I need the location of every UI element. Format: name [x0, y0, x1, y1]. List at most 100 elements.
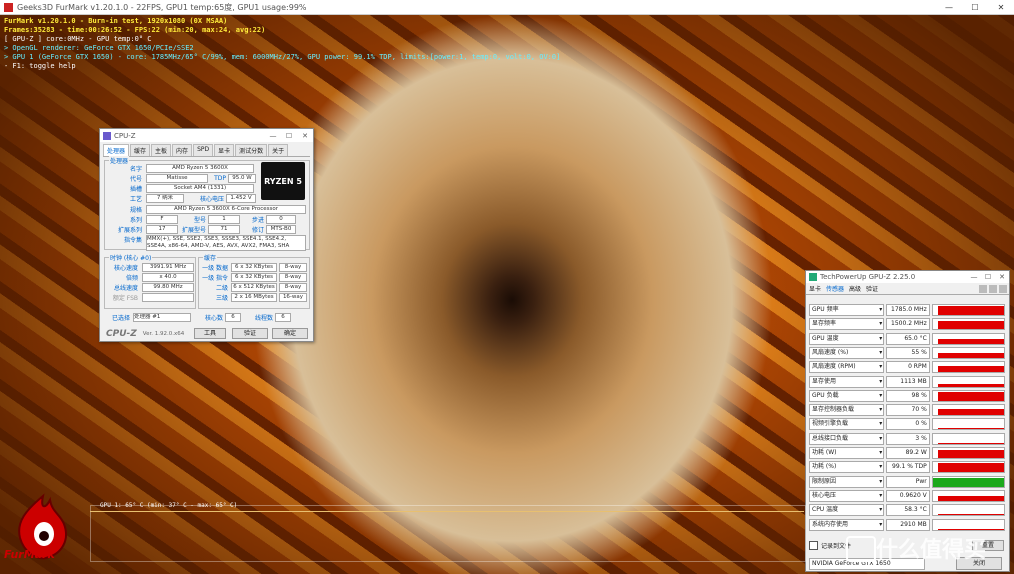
tab-spd[interactable]: SPD — [193, 144, 214, 156]
processor-select[interactable]: 处理器 #1 — [133, 313, 191, 322]
window-title: Geeks3D FurMark v1.20.1.0 - 22FPS, GPU1 … — [17, 2, 307, 12]
group-title: 缓存 — [203, 253, 218, 262]
cpuz-titlebar[interactable]: CPU-Z — ☐ ✕ — [100, 129, 313, 142]
ext-family-label: 扩展系列 — [117, 227, 142, 234]
sensor-graph — [931, 475, 1005, 488]
close-icon[interactable]: ✕ — [297, 132, 313, 140]
l1i-value: 6 x 32 KBytes — [231, 273, 277, 282]
cpuz-window: CPU-Z — ☐ ✕ 处理器 缓存 主板 内存 SPD 显卡 测试分数 关于 处理… — [99, 128, 314, 342]
sensor-graph — [931, 346, 1005, 359]
sensor-name-select[interactable]: 总线接口负载 — [809, 432, 885, 445]
sensor-value: 58.3 °C — [886, 504, 930, 517]
sensor-row: 视频引擎负载0 % — [809, 418, 1005, 431]
tab-graphics-card[interactable]: 显卡 — [809, 284, 821, 293]
sensor-name-select[interactable]: 功耗 (%) — [809, 461, 885, 474]
tools-button[interactable]: 工具 — [194, 328, 226, 339]
osd-line: > OpenGL renderer: GeForce GTX 1650/PCIe… — [4, 44, 194, 52]
cores-value: 6 — [225, 313, 241, 322]
validate-button[interactable]: 验证 — [232, 328, 268, 339]
sensor-graph — [931, 375, 1005, 388]
tab-sensors[interactable]: 传感器 — [826, 284, 844, 293]
stepping-value: 0 — [266, 215, 296, 224]
sensor-name-select[interactable]: CPU 温度 — [809, 504, 885, 517]
sensor-row: 核心电压0.9620 V — [809, 489, 1005, 502]
cpuz-logo: CPU-Z — [106, 329, 137, 339]
tab-bench[interactable]: 测试分数 — [235, 144, 268, 156]
tab-processor[interactable]: 处理器 — [103, 144, 130, 156]
multiplier-label: 倍频 — [125, 275, 138, 282]
sensor-name-select[interactable]: 限制原因 — [809, 475, 885, 488]
furmark-osd: FurMark v1.20.1.0 - Burn-in test, 1920x1… — [4, 17, 560, 71]
core-speed-label: 核心速度 — [113, 265, 138, 272]
l1d-value: 6 x 32 KBytes — [231, 263, 277, 272]
sensor-graph-fill — [938, 306, 1004, 315]
cores-label: 核心数 — [204, 315, 223, 322]
sensor-name-select[interactable]: 显存使用 — [809, 375, 885, 388]
sensor-name-select[interactable]: 风扇速度 (%) — [809, 346, 885, 359]
maximize-icon[interactable]: ☐ — [962, 3, 988, 12]
furmark-logo-text: FurMark — [4, 548, 55, 561]
close-icon[interactable]: ✕ — [995, 273, 1009, 281]
sensor-graph — [931, 461, 1005, 474]
tab-validation[interactable]: 验证 — [866, 284, 878, 293]
core-speed-value: 3991.91 MHz — [142, 263, 194, 272]
minimize-icon[interactable]: — — [265, 132, 281, 140]
tdp-value: 95.0 W — [228, 174, 256, 183]
maximize-icon[interactable]: ☐ — [281, 132, 297, 140]
sensor-row: 显存控制器负载70 % — [809, 404, 1005, 417]
sensor-graph — [931, 318, 1005, 331]
sensor-value: 89.2 W — [886, 447, 930, 459]
tab-graphics[interactable]: 显卡 — [214, 144, 235, 156]
tab-about[interactable]: 关于 — [268, 144, 289, 156]
voltage-label: 核心电压 — [199, 196, 224, 203]
refresh-icon[interactable] — [989, 284, 997, 293]
sensor-name-select[interactable]: 显存控制器负载 — [809, 404, 885, 417]
revision-label: 修订 — [251, 227, 264, 234]
gpuz-titlebar[interactable]: TechPowerUp GPU-Z 2.25.0 — ☐ ✕ — [806, 271, 1009, 283]
cpuz-tabs: 处理器 缓存 主板 内存 SPD 显卡 测试分数 关于 — [103, 144, 310, 157]
cpuz-title: CPU-Z — [114, 131, 136, 140]
tech-label: 工艺 — [129, 196, 142, 203]
sensor-name-select[interactable]: 显存频率 — [809, 318, 885, 331]
sensor-row: GPU 温度65.0 °C — [809, 332, 1005, 345]
maximize-icon[interactable]: ☐ — [981, 273, 995, 281]
screenshot-icon[interactable] — [979, 284, 987, 293]
tab-memory[interactable]: 内存 — [172, 144, 193, 156]
tab-advanced[interactable]: 高级 — [849, 284, 861, 293]
group-title: 时钟 (核心 #0) — [109, 253, 153, 262]
sensor-name-select[interactable]: 系统内存使用 — [809, 518, 885, 531]
sensor-graph — [931, 332, 1005, 345]
tab-cache[interactable]: 缓存 — [130, 144, 151, 156]
sensor-name-select[interactable]: 核心电压 — [809, 489, 885, 502]
cpuz-app-icon — [103, 131, 111, 140]
instr-value: MMX(+), SSE, SSE2, SSE3, SSSE3, SSE4.1, … — [146, 235, 306, 251]
sensor-graph-fill — [938, 383, 1004, 387]
menu-icon[interactable] — [999, 284, 1007, 293]
osd-line: > GPU 1 (GeForce GTX 1650) - core: 1785M… — [4, 53, 561, 61]
minimize-icon[interactable]: — — [936, 3, 962, 12]
close-icon[interactable]: ✕ — [988, 3, 1014, 12]
osd-line: FurMark v1.20.1.0 - Burn-in test, 1920x1… — [4, 17, 228, 25]
sensor-name-select[interactable]: 功耗 (W) — [809, 447, 885, 459]
tab-mainboard[interactable]: 主板 — [151, 144, 172, 156]
sensor-name-select[interactable]: 风扇速度 (RPM) — [809, 361, 885, 374]
log-checkbox[interactable] — [809, 541, 818, 550]
sensor-name-select[interactable]: GPU 频率 — [809, 304, 885, 316]
sensor-name-select[interactable]: GPU 温度 — [809, 332, 885, 345]
minimize-icon[interactable]: — — [967, 273, 981, 281]
sensor-graph-fill — [938, 321, 1004, 330]
sensor-graph-fill — [938, 450, 1004, 458]
sensor-graph-fill — [938, 338, 1004, 344]
ok-button[interactable]: 确定 — [272, 328, 308, 339]
sensor-name-select[interactable]: 视频引擎负载 — [809, 418, 885, 431]
l2-value: 6 x 512 KBytes — [231, 283, 277, 292]
tech-value: 7 纳米 — [146, 194, 184, 203]
fsb-label: 额定 FSB — [112, 295, 138, 302]
sensor-value: 1500.2 MHz — [886, 318, 930, 331]
sensor-name-select[interactable]: GPU 负载 — [809, 389, 885, 402]
sensor-row: 显存频率1500.2 MHz — [809, 318, 1005, 331]
sensor-graph — [931, 489, 1005, 502]
ext-model-value: 71 — [208, 225, 240, 234]
instr-label: 指令集 — [123, 237, 142, 244]
ryzen-logo-text: RYZEN 5 — [264, 176, 302, 186]
